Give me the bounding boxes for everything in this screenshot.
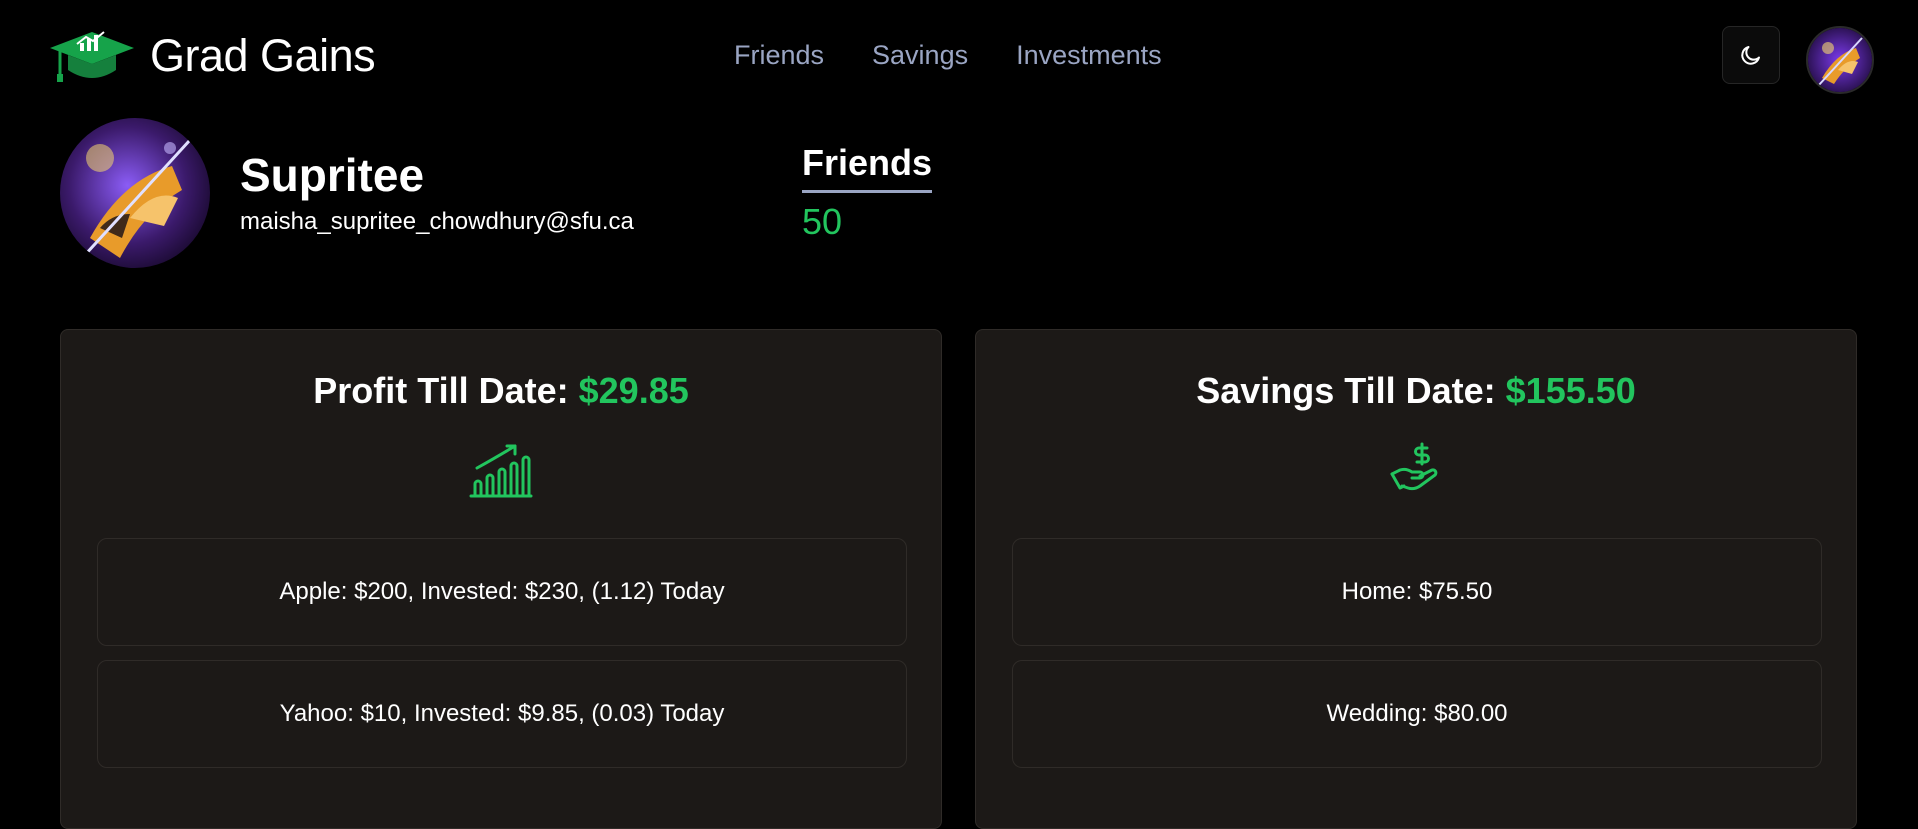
hand-dollar-icon xyxy=(1390,442,1438,491)
savings-item[interactable]: Wedding: $80.00 xyxy=(1012,660,1822,768)
brand-name: Grad Gains xyxy=(150,30,376,81)
savings-item[interactable]: Home: $75.50 xyxy=(1012,538,1822,646)
investment-item[interactable]: Apple: $200, Invested: $230, (1.12) Toda… xyxy=(97,538,907,646)
moon-icon xyxy=(1741,46,1760,65)
brand-home-link[interactable]: Grad Gains xyxy=(50,28,376,84)
friends-count: 50 xyxy=(802,201,843,242)
savings-title: Savings Till Date: $155.50 xyxy=(976,370,1856,412)
avatar xyxy=(60,118,210,268)
nav-link-investments[interactable]: Investments xyxy=(1016,40,1162,71)
growth-chart-icon xyxy=(469,444,533,498)
profit-card: Profit Till Date: $29.85 Apple: $200, In… xyxy=(60,329,942,829)
profile-name: Supritee xyxy=(240,149,425,201)
profit-title: Profit Till Date: $29.85 xyxy=(61,370,941,412)
user-avatar-menu[interactable] xyxy=(1806,26,1874,94)
top-navbar: Grad Gains Friends Savings Investments xyxy=(0,0,1918,116)
nav-link-savings[interactable]: Savings xyxy=(872,40,968,71)
profit-label: Profit Till Date: xyxy=(313,370,569,411)
savings-label: Savings Till Date: xyxy=(1196,370,1496,411)
savings-value: $155.50 xyxy=(1505,370,1636,411)
main-nav: Friends Savings Investments xyxy=(734,40,1162,71)
investment-item[interactable]: Yahoo: $10, Invested: $9.85, (0.03) Toda… xyxy=(97,660,907,768)
friends-summary[interactable]: Friends 50 xyxy=(802,142,933,243)
graduation-cap-chart-icon xyxy=(50,31,134,82)
friends-title: Friends xyxy=(802,142,933,193)
theme-toggle-button[interactable] xyxy=(1722,26,1780,84)
nav-link-friends[interactable]: Friends xyxy=(734,40,824,71)
avatar xyxy=(1808,28,1872,92)
profit-value: $29.85 xyxy=(578,370,689,411)
savings-card: Savings Till Date: $155.50 Home: $75.50 … xyxy=(975,329,1857,829)
profile-email: maisha_supritee_chowdhury@sfu.ca xyxy=(240,208,634,235)
profile-avatar xyxy=(60,118,210,268)
